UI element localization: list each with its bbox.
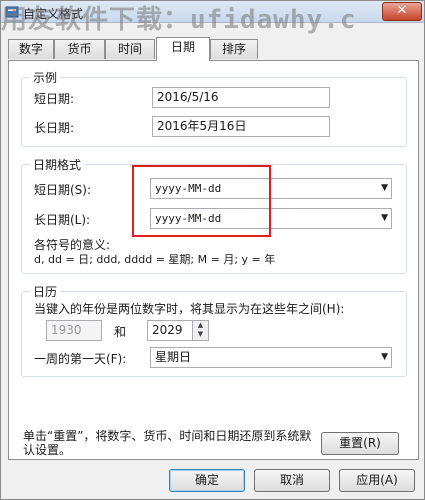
example-long-label: 长日期: <box>34 121 75 135</box>
apply-button[interactable]: 应用(A) <box>339 469 415 492</box>
example-group-title: 示例 <box>30 69 61 86</box>
tab-sort[interactable]: 排序 <box>210 39 258 59</box>
spin-up-icon[interactable]: ▲ <box>193 321 208 330</box>
tab-time[interactable]: 时间 <box>105 39 155 59</box>
cancel-button[interactable]: 取消 <box>254 469 330 492</box>
long-date-format-label: 长日期(L): <box>34 213 91 227</box>
date-tab-panel: 示例 短日期: 2016/5/16 长日期: 2016年5月16日 日期格式 短… <box>8 60 419 460</box>
and-label: 和 <box>114 325 127 339</box>
reset-description: 单击“重置”，将数字、货币、时间和日期还原到系统默认设置。 <box>23 429 312 457</box>
example-short-label: 短日期: <box>34 92 75 106</box>
title-bar: 自定义格式 用友软件下载：ufidawhy.c ✕ <box>1 1 424 35</box>
example-long-date-field: 2016年5月16日 <box>152 116 330 137</box>
ok-button[interactable]: 确定 <box>169 469 245 492</box>
example-group: 示例 短日期: 2016/5/16 长日期: 2016年5月16日 <box>21 69 407 147</box>
reset-button[interactable]: 重置(R) <box>321 432 399 455</box>
format-highlight-box <box>132 165 271 237</box>
date-format-group-title: 日期格式 <box>30 156 85 173</box>
watermark-text: 用友软件下载：ufidawhy.c <box>1 5 357 35</box>
example-short-date-field: 2016/5/16 <box>152 87 330 108</box>
chevron-down-icon: ▼ <box>381 183 388 193</box>
calendar-group: 日历 当键入的年份是两位数字时，将其显示为在这些年之间(H): 1930 和 2… <box>21 283 407 377</box>
chevron-down-icon: ▼ <box>381 213 388 223</box>
close-button[interactable]: ✕ <box>382 2 422 21</box>
first-day-select[interactable]: 星期日 ▼ <box>150 347 392 368</box>
spin-down-icon[interactable]: ▼ <box>193 330 208 339</box>
tab-number[interactable]: 数字 <box>8 39 54 59</box>
two-digit-year-label: 当键入的年份是两位数字时，将其显示为在这些年之间(H): <box>34 302 345 316</box>
format-dialog: 自定义格式 用友软件下载：ufidawhy.c ✕ 数字 货币 时间 日期 排序… <box>0 0 425 500</box>
year-from-field: 1930 <box>46 320 102 341</box>
tab-date[interactable]: 日期 <box>156 37 210 61</box>
symbol-meaning-text: d, dd = 日; ddd, dddd = 星期; M = 月; y = 年 <box>34 253 276 266</box>
calendar-group-title: 日历 <box>30 283 61 300</box>
tab-currency[interactable]: 货币 <box>54 39 105 59</box>
first-day-label: 一周的第一天(F): <box>34 352 127 366</box>
first-day-value: 星期日 <box>155 350 192 364</box>
year-spinner[interactable]: ▲ ▼ <box>192 320 209 341</box>
chevron-down-icon: ▼ <box>381 352 388 362</box>
year-to-field[interactable]: 2029 <box>147 320 193 341</box>
short-date-format-label: 短日期(S): <box>34 183 92 197</box>
